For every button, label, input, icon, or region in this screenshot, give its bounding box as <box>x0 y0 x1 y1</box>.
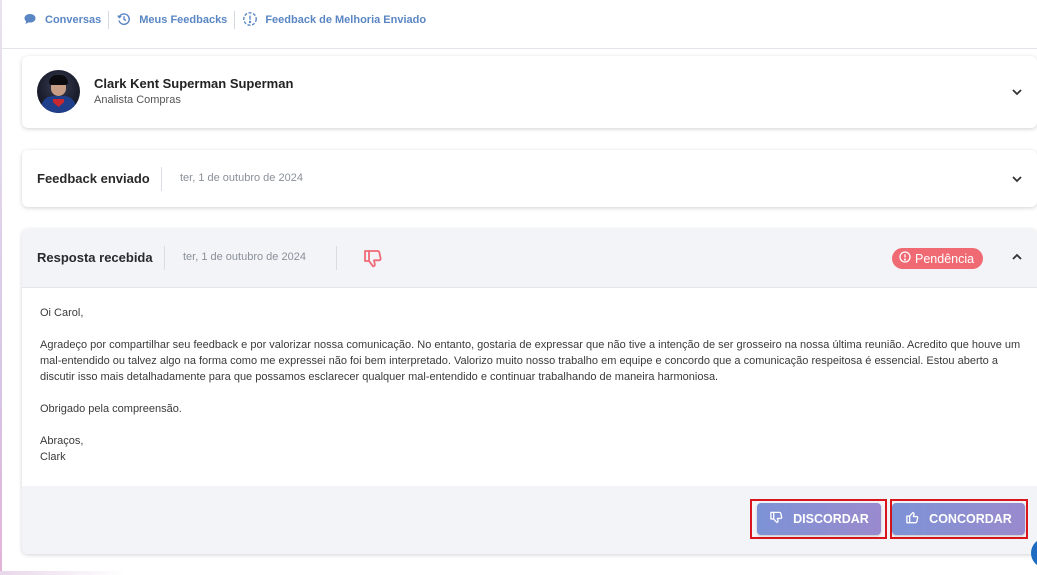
alert-circle-icon <box>899 251 911 266</box>
thumbs-down-icon <box>769 510 784 528</box>
response-date: ter, 1 de outubro de 2024 <box>183 251 306 263</box>
section-divider <box>336 246 337 270</box>
feedback-sent-card[interactable]: Feedback enviado ter, 1 de outubro de 20… <box>22 150 1037 207</box>
profile-role: Analista Compras <box>94 94 181 106</box>
message-body: Agradeço por compartilhar seu feedback e… <box>40 339 1021 383</box>
profile-card[interactable]: Clark Kent Superman Superman Analista Co… <box>22 56 1037 128</box>
response-header[interactable]: Resposta recebida ter, 1 de outubro de 2… <box>22 229 1037 288</box>
feedback-sent-date: ter, 1 de outubro de 2024 <box>180 172 303 184</box>
status-badge: Pendência <box>892 248 984 269</box>
breadcrumb-label: Conversas <box>45 14 102 26</box>
page-edge-left <box>0 0 2 575</box>
section-divider <box>164 246 165 270</box>
feedback-sent-title: Feedback enviado <box>37 171 150 186</box>
history-icon <box>116 11 132 30</box>
thumbs-up-icon <box>905 510 920 528</box>
page-edge-bottom <box>0 571 1037 575</box>
response-actions: DISCORDAR CONCORDAR <box>22 486 1037 554</box>
breadcrumb: Conversas Meus Feedbacks Feedback de Mel… <box>22 9 426 31</box>
breadcrumb-conversas[interactable]: Conversas <box>22 11 101 30</box>
profile-name: Clark Kent Superman Superman <box>94 76 294 91</box>
chevron-down-icon[interactable] <box>1010 172 1024 186</box>
response-card: Resposta recebida ter, 1 de outubro de 2… <box>22 229 1037 554</box>
chevron-up-icon[interactable] <box>1010 250 1024 264</box>
avatar <box>37 70 80 113</box>
breadcrumb-divider <box>108 11 110 29</box>
response-message: Oi Carol, Agradeço por compartilhar seu … <box>40 305 1030 465</box>
status-badge-label: Pendência <box>915 251 975 266</box>
agree-button[interactable]: CONCORDAR <box>892 503 1025 535</box>
alert-circle-icon <box>242 11 258 30</box>
message-signature: Clark <box>40 451 66 463</box>
breadcrumb-label: Feedback de Melhoria Enviado <box>265 14 427 26</box>
header-divider <box>2 48 1037 49</box>
breadcrumb-feedback-melhoria[interactable]: Feedback de Melhoria Enviado <box>242 11 426 30</box>
message-thanks: Obrigado pela compreensão. <box>40 403 182 415</box>
message-greeting: Oi Carol, <box>40 307 84 319</box>
breadcrumb-meus-feedbacks[interactable]: Meus Feedbacks <box>116 11 227 30</box>
chevron-down-icon[interactable] <box>1010 85 1024 99</box>
disagree-label: DISCORDAR <box>793 512 869 526</box>
message-closing: Abraços, <box>40 435 84 447</box>
section-divider <box>161 167 162 191</box>
response-title: Resposta recebida <box>37 250 153 265</box>
disagree-button[interactable]: DISCORDAR <box>757 503 881 535</box>
breadcrumb-label: Meus Feedbacks <box>139 14 228 26</box>
thumbs-down-icon <box>362 248 384 270</box>
agree-label: CONCORDAR <box>929 512 1012 526</box>
chat-bubble-icon <box>22 11 38 30</box>
breadcrumb-divider <box>234 11 236 29</box>
